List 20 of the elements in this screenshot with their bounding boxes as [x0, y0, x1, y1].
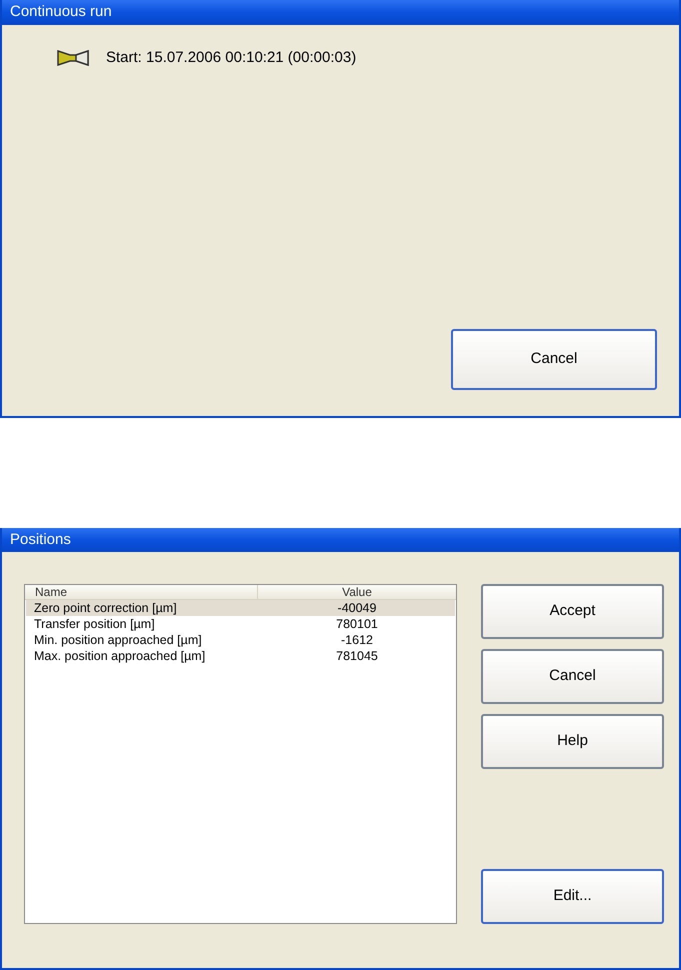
dialog-button[interactable]: Help	[481, 714, 664, 769]
dialog-button[interactable]: Edit...	[481, 869, 664, 924]
dialog-button[interactable]: Cancel	[481, 649, 664, 704]
column-header[interactable]: Value	[258, 585, 456, 599]
table-cell-text: Transfer position [µm]	[33, 616, 156, 632]
table-cell-text: -1612	[340, 632, 374, 648]
window-title: Continuous run	[10, 2, 112, 22]
table-cell-text: -40049	[336, 600, 378, 616]
table-cell-text: Max. position approached [µm]	[33, 648, 206, 664]
table-cell-text: Zero point correction [µm]	[33, 600, 178, 616]
table-row[interactable]: Zero point correction [µm] -40049	[26, 600, 455, 616]
dialog-button[interactable]: Accept	[481, 584, 664, 639]
table-cell-text: Min. position approached [µm]	[33, 632, 203, 648]
hourglass-icon	[56, 50, 90, 66]
dialog-button[interactable]: Cancel	[451, 329, 657, 390]
table-cell-text: 781045	[335, 648, 379, 664]
table-cell-text: 780101	[335, 616, 379, 632]
status-text: Start: 15.07.2006 00:10:21 (00:00:03)	[106, 48, 356, 68]
window-title: Positions	[10, 530, 71, 550]
column-header[interactable]: Name	[25, 585, 258, 599]
